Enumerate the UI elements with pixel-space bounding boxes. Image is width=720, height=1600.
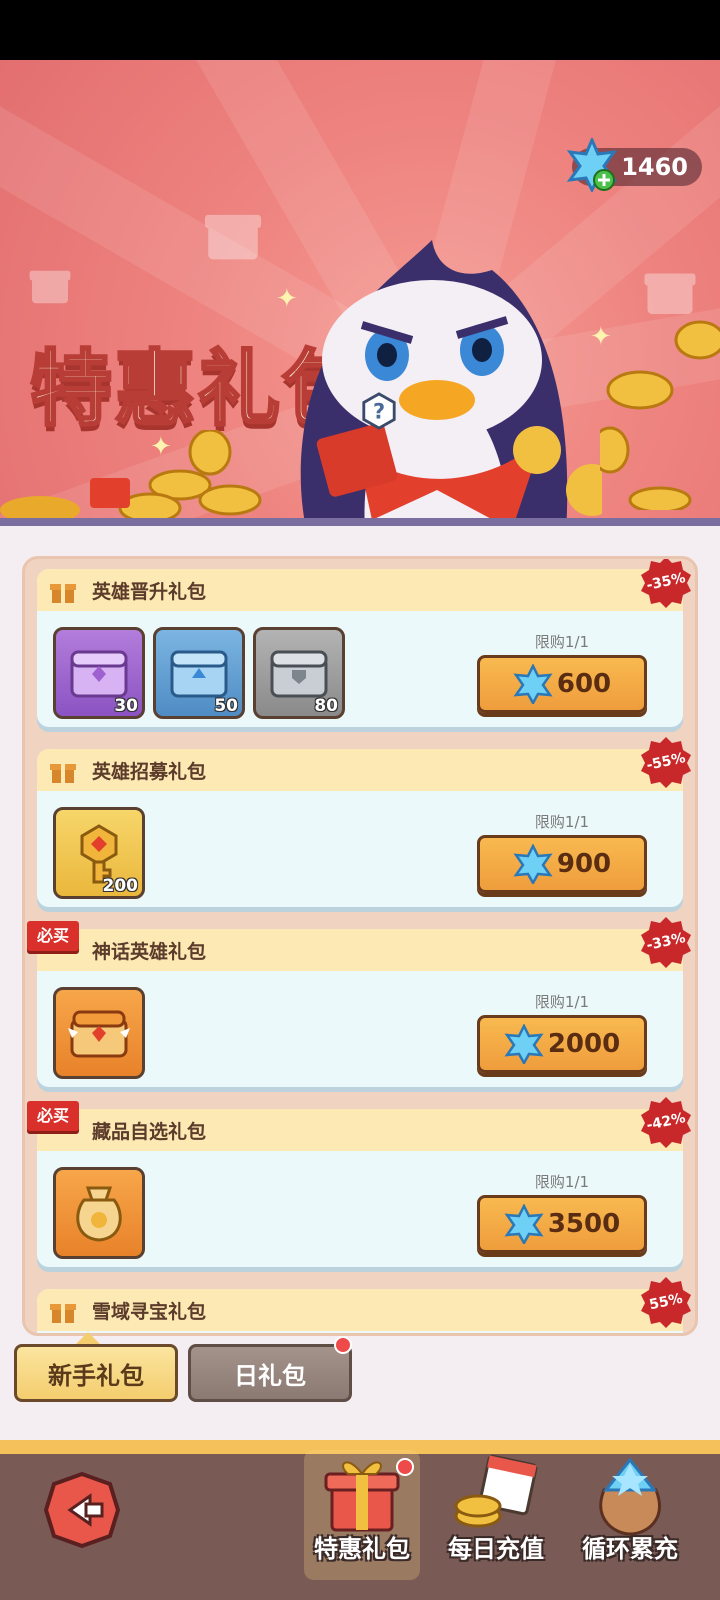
pack-title: 藏品自选礼包 — [92, 1121, 207, 1143]
must-buy-badge: 必买 — [27, 921, 80, 951]
gem-icon — [513, 844, 553, 884]
back-button[interactable] — [42, 1470, 122, 1550]
gift-icon — [50, 584, 76, 603]
sparkle-icon: ✦ — [276, 284, 298, 314]
gem-bag-icon — [599, 1457, 661, 1536]
question-icon[interactable]: ? — [360, 392, 398, 430]
notification-dot — [396, 1458, 414, 1476]
pack-title: 雪域寻宝礼包 — [92, 1301, 207, 1323]
gem-icon — [504, 1024, 544, 1064]
gem-balance-value: 1460 — [621, 153, 688, 181]
pack-title: 神话英雄礼包 — [92, 941, 207, 963]
purchase-limit: 限购1/1 — [534, 993, 590, 1011]
buy-button[interactable]: 600 — [477, 655, 647, 713]
item-count: 50 — [214, 696, 238, 716]
purchase-limit: 限购1/1 — [534, 813, 590, 831]
pack-card-body: 英雄晋升礼包 30 50 80 限购1/1 600 — [37, 569, 683, 727]
pack-list[interactable]: 英雄晋升礼包 30 50 80 限购1/1 600 -35% 英雄招募礼包 20… — [22, 556, 698, 1336]
gift-icon — [29, 270, 71, 304]
price: 2000 — [547, 1029, 621, 1059]
item-slot[interactable]: 80 — [253, 627, 345, 719]
price: 3500 — [547, 1209, 621, 1239]
tab-daily-pack[interactable]: 日礼包 — [188, 1344, 352, 1402]
gift-icon — [204, 214, 262, 260]
pack-card: 英雄晋升礼包 30 50 80 限购1/1 600 -35% — [35, 559, 691, 729]
banner-divider — [0, 518, 720, 526]
nav-daily-recharge[interactable]: 每日充值 — [438, 1450, 554, 1580]
pack-card-body: 雪域寻宝礼包 — [37, 1289, 683, 1333]
coin-pile-icon — [600, 320, 720, 510]
pack-card-body: 英雄招募礼包 200 限购1/1 900 — [37, 749, 683, 907]
discount-value: -33% — [645, 930, 687, 954]
treasure-bag-icon — [76, 1186, 122, 1242]
item-count: 30 — [114, 696, 138, 716]
calendar-icon — [454, 1454, 538, 1528]
gift-icon — [50, 764, 76, 783]
item-slot[interactable] — [53, 987, 145, 1079]
gift-box-icon — [324, 1461, 400, 1532]
main-panel: 英雄晋升礼包 30 50 80 限购1/1 600 -35% 英雄招募礼包 20… — [0, 526, 720, 1456]
nav-cumulative-recharge[interactable]: 循环累充 — [572, 1450, 688, 1580]
coin-pile-icon — [0, 430, 262, 520]
item-slot[interactable]: 50 — [153, 627, 245, 719]
price: 900 — [556, 849, 612, 879]
svg-text:?: ? — [373, 400, 385, 424]
purchase-limit: 限购1/1 — [534, 633, 590, 651]
item-count: 200 — [102, 876, 139, 896]
gem-balance[interactable]: 1460 — [566, 138, 702, 192]
nav-label: 特惠礼包 — [314, 1535, 410, 1563]
nav-label: 循环累充 — [582, 1535, 678, 1563]
pack-card: 英雄招募礼包 200 限购1/1 900 -55% — [35, 737, 691, 909]
discount-badge: -55% — [639, 735, 693, 789]
item-slot[interactable]: 200 — [53, 807, 145, 899]
nav-special-pack[interactable]: 特惠礼包 — [304, 1450, 420, 1580]
price: 600 — [556, 669, 612, 699]
gem-icon — [504, 1204, 544, 1244]
discount-badge: -42% — [639, 1095, 693, 1149]
pack-card-body: 神话英雄礼包 限购1/1 2000 — [37, 929, 683, 1087]
purchase-limit: 限购1/1 — [534, 1173, 590, 1191]
buy-button[interactable]: 2000 — [477, 1015, 647, 1073]
discount-value: -42% — [645, 1110, 687, 1134]
buy-button[interactable]: 3500 — [477, 1195, 647, 1253]
item-slot[interactable]: 30 — [53, 627, 145, 719]
notification-dot — [334, 1336, 352, 1354]
status-bar — [0, 0, 720, 60]
gift-icon — [50, 1304, 76, 1323]
discount-value: 55% — [647, 1290, 685, 1314]
pack-header: 藏品自选礼包 — [37, 1109, 683, 1151]
pack-header: 神话英雄礼包 — [37, 929, 683, 971]
nav-label: 每日充值 — [448, 1535, 544, 1563]
pack-title: 英雄招募礼包 — [92, 761, 207, 783]
discount-badge: -35% — [639, 559, 693, 609]
banner: 特惠礼包 ? ✦ ✦ ✦ 1460 — [0, 60, 720, 520]
gem-icon — [566, 138, 618, 192]
tab-newbie-pack[interactable]: 新手礼包 — [14, 1344, 178, 1402]
pack-card: 雪域寻宝礼包 55% — [35, 1277, 691, 1333]
pack-card: 藏品自选礼包 限购1/1 3500 必买 -42% — [27, 1097, 691, 1269]
bottom-nav: 特惠礼包 每日充值 循环累充 — [0, 1440, 720, 1600]
gem-icon — [513, 664, 553, 704]
discount-badge: 55% — [639, 1275, 693, 1329]
pack-card-body: 藏品自选礼包 限购1/1 3500 — [37, 1109, 683, 1267]
discount-badge: -33% — [639, 915, 693, 969]
tab-notch — [76, 1332, 100, 1344]
must-buy-badge: 必买 — [27, 1101, 80, 1131]
buy-button[interactable]: 900 — [477, 835, 647, 893]
item-count: 80 — [314, 696, 338, 716]
discount-value: -55% — [645, 750, 687, 774]
pack-header: 英雄招募礼包 — [37, 749, 683, 791]
item-slot[interactable] — [53, 1167, 145, 1259]
pack-card: 神话英雄礼包 限购1/1 2000 必买 -33% — [27, 917, 691, 1089]
mythic-chest-icon — [68, 1010, 130, 1058]
pack-title: 英雄晋升礼包 — [92, 581, 207, 603]
pack-header: 英雄晋升礼包 — [37, 569, 683, 611]
pack-header: 雪域寻宝礼包 — [37, 1289, 683, 1331]
